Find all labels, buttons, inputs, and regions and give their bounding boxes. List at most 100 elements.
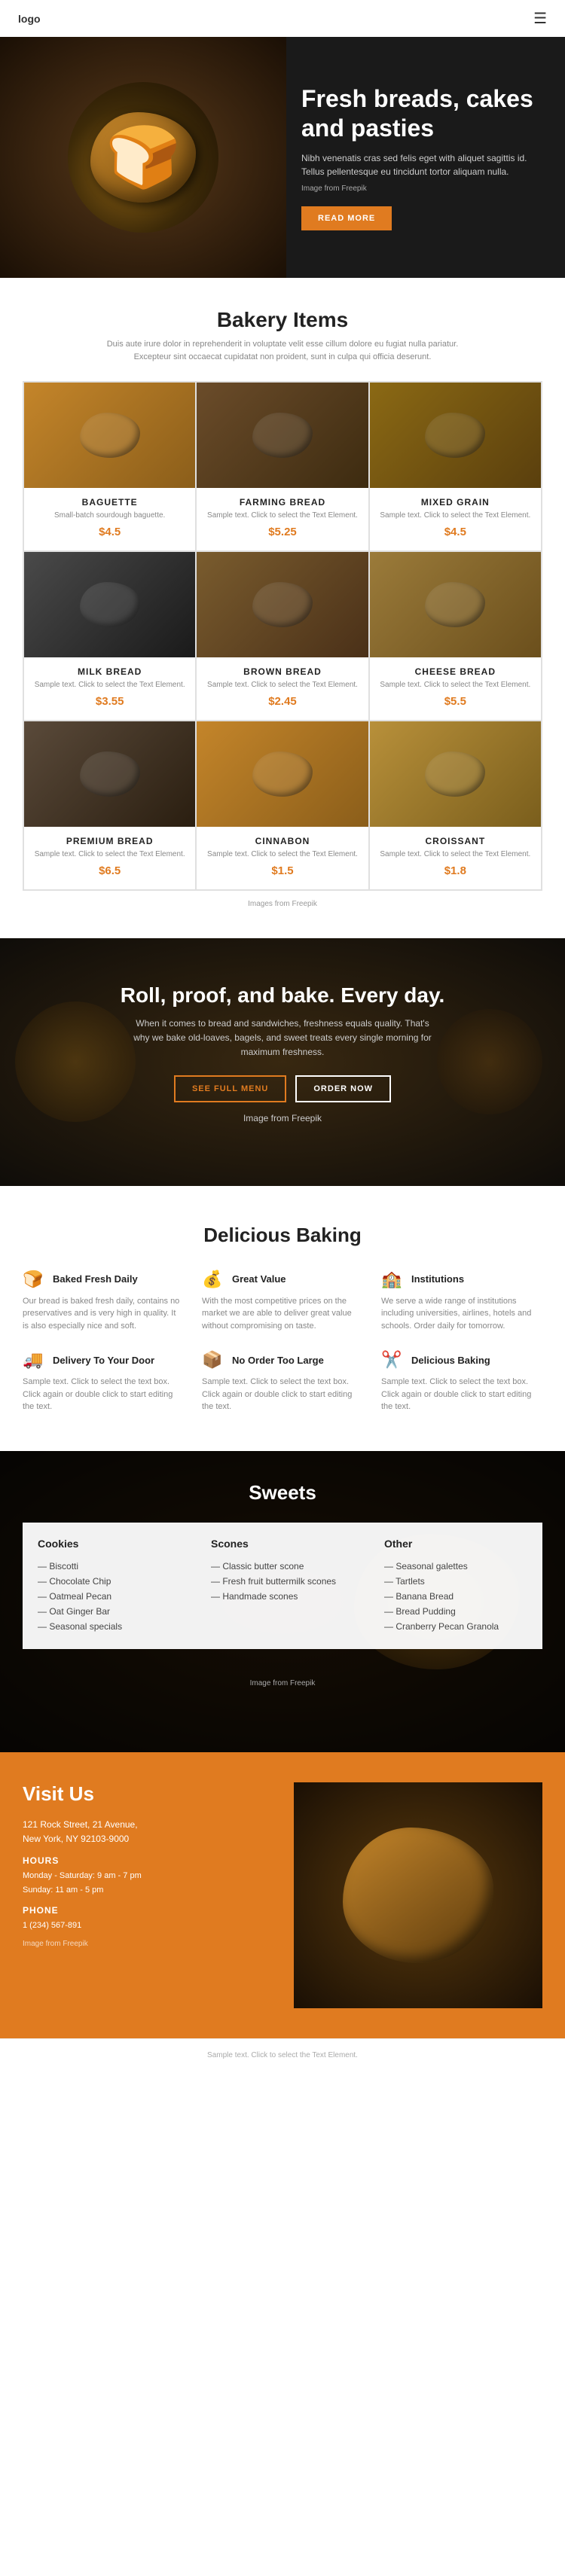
feature-title: No Order Too Large xyxy=(232,1355,324,1366)
features-grid: 🍞 Baked Fresh Daily Our bread is baked f… xyxy=(23,1270,542,1413)
banner-section: Roll, proof, and bake. Every day. When i… xyxy=(0,938,565,1186)
footer: Sample text. Click to select the Text El… xyxy=(0,2038,565,2071)
banner-credit: Image from Freepik xyxy=(243,1111,322,1126)
item-name: FARMING BREAD xyxy=(240,497,325,508)
hamburger-icon[interactable]: ☰ xyxy=(533,9,547,28)
list-item: Seasonal galettes xyxy=(384,1559,527,1574)
banner-description: When it comes to bread and sandwiches, f… xyxy=(132,1017,433,1060)
logo: logo xyxy=(18,13,41,25)
item-price: $3.55 xyxy=(96,695,124,708)
bakery-item-card[interactable]: MIXED GRAIN Sample text. Click to select… xyxy=(369,382,542,551)
item-description: Small-batch sourdough baguette. xyxy=(45,511,174,521)
feature-description: We serve a wide range of institutions in… xyxy=(381,1295,542,1333)
item-description: Sample text. Click to select the Text El… xyxy=(371,511,539,521)
sweets-content: Sweets Cookies BiscottiChocolate ChipOat… xyxy=(0,1451,565,1679)
visit-us-image xyxy=(294,1782,542,2008)
item-price: $1.8 xyxy=(444,864,466,877)
hours-line: Monday - Saturday: 9 am - 7 pm xyxy=(23,1869,271,1883)
bakery-item-card[interactable]: MILK BREAD Sample text. Click to select … xyxy=(23,551,196,721)
feature-icon: 🍞 xyxy=(23,1270,45,1289)
sweets-col-title: Other xyxy=(384,1538,527,1550)
sweets-col-title: Scones xyxy=(211,1538,354,1550)
list-item: Bread Pudding xyxy=(384,1604,527,1619)
order-now-button[interactable]: ORDER NOW xyxy=(295,1075,391,1102)
item-description: Sample text. Click to select the Text El… xyxy=(26,680,194,690)
bakery-item-card[interactable]: PREMIUM BREAD Sample text. Click to sele… xyxy=(23,721,196,890)
visit-us-left: Visit Us 121 Rock Street, 21 Avenue, New… xyxy=(23,1782,271,2008)
item-image xyxy=(370,552,541,657)
item-price: $2.45 xyxy=(268,695,297,708)
hours-line: Sunday: 11 am - 5 pm xyxy=(23,1883,271,1898)
item-image xyxy=(370,721,541,827)
feature-description: Sample text. Click to select the text bo… xyxy=(23,1376,184,1413)
item-price: $1.5 xyxy=(271,864,293,877)
item-image xyxy=(24,383,195,488)
visit-credit: Image from Freepik xyxy=(23,1940,271,1948)
delicious-baking-section: Delicious Baking 🍞 Baked Fresh Daily Our… xyxy=(0,1186,565,1451)
feature-card: ✂️ Delicious Baking Sample text. Click t… xyxy=(381,1350,542,1413)
navigation: logo ☰ xyxy=(0,0,565,37)
items-grid: BAGUETTE Small-batch sourdough baguette.… xyxy=(23,381,542,891)
item-description: Sample text. Click to select the Text El… xyxy=(371,849,539,860)
item-price: $5.5 xyxy=(444,695,466,708)
list-item: Cranberry Pecan Granola xyxy=(384,1619,527,1634)
hero-description: Nibh venenatis cras sed felis eget with … xyxy=(301,151,542,178)
item-name: CHEESE BREAD xyxy=(415,666,496,677)
item-name: PREMIUM BREAD xyxy=(66,836,154,846)
banner-buttons: SEE FULL MENU ORDER NOW xyxy=(174,1075,391,1102)
feature-card: 🏫 Institutions We serve a wide range of … xyxy=(381,1270,542,1333)
items-credit: Images from Freepik xyxy=(23,900,542,908)
bakery-item-card[interactable]: BAGUETTE Small-batch sourdough baguette.… xyxy=(23,382,196,551)
feature-icon: 📦 xyxy=(202,1350,224,1370)
item-name: MILK BREAD xyxy=(78,666,142,677)
bakery-item-card[interactable]: CHEESE BREAD Sample text. Click to selec… xyxy=(369,551,542,721)
item-name: BAGUETTE xyxy=(82,497,138,508)
hero-title: Fresh breads, cakes and pasties xyxy=(301,84,542,142)
feature-description: Our bread is baked fresh daily, contains… xyxy=(23,1295,184,1333)
feature-description: Sample text. Click to select the text bo… xyxy=(202,1376,363,1413)
list-item: Classic butter scone xyxy=(211,1559,354,1574)
see-full-menu-button[interactable]: SEE FULL MENU xyxy=(174,1075,286,1102)
hero-section: Fresh breads, cakes and pasties Nibh ven… xyxy=(0,37,565,278)
item-price: $5.25 xyxy=(268,526,297,538)
visit-us-address: 121 Rock Street, 21 Avenue, New York, NY… xyxy=(23,1818,271,1846)
item-image xyxy=(197,383,368,488)
item-name: CROISSANT xyxy=(425,836,485,846)
delicious-baking-title: Delicious Baking xyxy=(23,1224,542,1247)
footer-text: Sample text. Click to select the Text El… xyxy=(23,2051,542,2059)
item-price: $4.5 xyxy=(99,526,121,538)
item-price: $6.5 xyxy=(99,864,121,877)
feature-title: Great Value xyxy=(232,1273,286,1285)
list-item: Fresh fruit buttermilk scones xyxy=(211,1574,354,1589)
item-image xyxy=(197,552,368,657)
item-description: Sample text. Click to select the Text El… xyxy=(371,680,539,690)
feature-card: 🍞 Baked Fresh Daily Our bread is baked f… xyxy=(23,1270,184,1333)
list-item: Handmade scones xyxy=(211,1589,354,1604)
bakery-item-card[interactable]: CROISSANT Sample text. Click to select t… xyxy=(369,721,542,890)
feature-description: Sample text. Click to select the text bo… xyxy=(381,1376,542,1413)
sweets-section: Sweets Cookies BiscottiChocolate ChipOat… xyxy=(0,1451,565,1752)
feature-card: 🚚 Delivery To Your Door Sample text. Cli… xyxy=(23,1350,184,1413)
bakery-item-card[interactable]: CINNABON Sample text. Click to select th… xyxy=(196,721,368,890)
hero-content: Fresh breads, cakes and pasties Nibh ven… xyxy=(286,62,565,253)
sweets-credit: Image from Freepik xyxy=(0,1679,565,1700)
sweets-column: Other Seasonal galettesTartletsBanana Br… xyxy=(369,1523,542,1649)
item-description: Sample text. Click to select the Text El… xyxy=(26,849,194,860)
item-name: CINNABON xyxy=(255,836,310,846)
item-name: BROWN BREAD xyxy=(243,666,322,677)
feature-icon: 🚚 xyxy=(23,1350,45,1370)
banner-title: Roll, proof, and bake. Every day. xyxy=(121,983,445,1008)
item-description: Sample text. Click to select the Text El… xyxy=(198,680,367,690)
phone-number: 1 (234) 567-891 xyxy=(23,1919,271,1933)
sweets-column: Scones Classic butter sconeFresh fruit b… xyxy=(196,1523,369,1649)
sweets-list: Classic butter sconeFresh fruit buttermi… xyxy=(211,1559,354,1604)
feature-title: Delicious Baking xyxy=(411,1355,490,1366)
feature-card: 📦 No Order Too Large Sample text. Click … xyxy=(202,1350,363,1413)
item-description: Sample text. Click to select the Text El… xyxy=(198,849,367,860)
visit-us-title: Visit Us xyxy=(23,1782,271,1806)
read-more-button[interactable]: READ MORE xyxy=(301,206,392,230)
visit-us-section: Visit Us 121 Rock Street, 21 Avenue, New… xyxy=(0,1752,565,2038)
item-name: MIXED GRAIN xyxy=(421,497,490,508)
bakery-item-card[interactable]: FARMING BREAD Sample text. Click to sele… xyxy=(196,382,368,551)
bakery-item-card[interactable]: BROWN BREAD Sample text. Click to select… xyxy=(196,551,368,721)
